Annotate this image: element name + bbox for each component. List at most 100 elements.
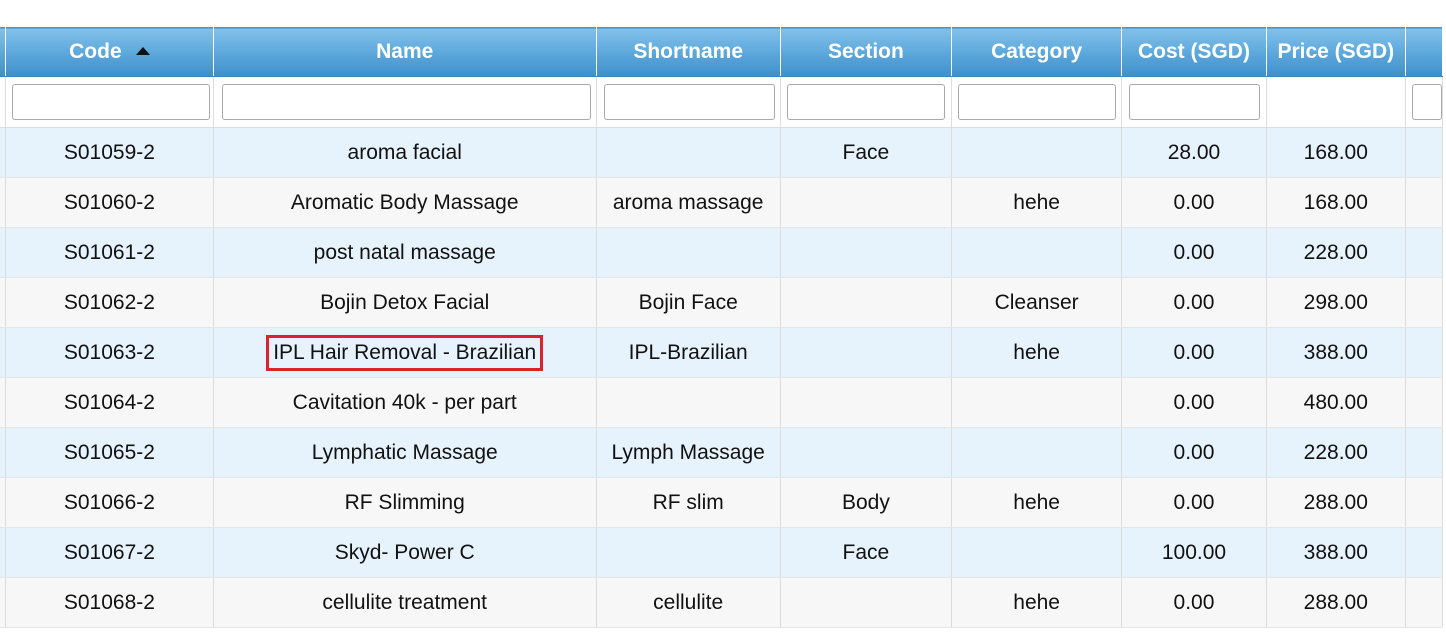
table-row[interactable]: S01068-2 cellulite treatment cellulite h… (0, 577, 1444, 628)
cell-price: 388.00 (1265, 527, 1406, 578)
cell-code: S01066-2 (4, 477, 214, 528)
filter-cell-cost (1121, 76, 1267, 128)
cell-category: hehe (950, 477, 1123, 528)
cell-name: Aromatic Body Massage (212, 177, 597, 228)
cell-section: Face (779, 127, 952, 178)
cell-category (950, 227, 1123, 278)
filter-input-next[interactable] (1411, 84, 1442, 120)
cell-shortname: Lymph Massage (595, 427, 781, 478)
cell-price: 228.00 (1265, 427, 1406, 478)
cell-price: 480.00 (1265, 377, 1406, 428)
filter-row (0, 76, 1444, 128)
cell-section (779, 277, 952, 328)
table-row[interactable]: S01062-2 Bojin Detox Facial Bojin Face C… (0, 277, 1444, 328)
filter-cell-category (950, 76, 1123, 128)
table-row[interactable]: S01067-2 Skyd- Power C Face 100.00 388.0… (0, 527, 1444, 578)
cell-price: 228.00 (1265, 227, 1406, 278)
filter-input-cost[interactable] (1129, 84, 1261, 120)
cell-name: cellulite treatment (212, 577, 597, 628)
column-header-shortname-label: Shortname (633, 40, 744, 63)
cell-cost: 0.00 (1121, 577, 1267, 628)
cell-category (950, 377, 1123, 428)
header-row: Code Name Shortname Section Category Cos… (0, 27, 1444, 77)
column-header-code[interactable]: Code (4, 27, 214, 77)
cell-category (950, 527, 1123, 578)
cell-code: S01068-2 (4, 577, 214, 628)
cell-cost: 0.00 (1121, 277, 1267, 328)
filter-input-code[interactable] (11, 84, 210, 120)
cell-section (779, 327, 952, 378)
cell-next (1404, 177, 1444, 228)
cell-price: 168.00 (1265, 127, 1406, 178)
filter-input-shortname[interactable] (603, 84, 775, 120)
cell-next (1404, 477, 1444, 528)
cell-shortname (595, 227, 781, 278)
cell-shortname (595, 377, 781, 428)
column-header-category[interactable]: Category (950, 27, 1123, 77)
column-header-price[interactable]: Price (SGD) (1265, 27, 1406, 77)
table-row[interactable]: S01064-2 Cavitation 40k - per part 0.00 … (0, 377, 1444, 428)
cell-section (779, 227, 952, 278)
filter-cell-next (1404, 76, 1444, 128)
table-row[interactable]: S01065-2 Lymphatic Massage Lymph Massage… (0, 427, 1444, 478)
cell-next (1404, 377, 1444, 428)
cell-cost: 100.00 (1121, 527, 1267, 578)
column-header-name-label: Name (376, 40, 434, 63)
cell-code: S01060-2 (4, 177, 214, 228)
cell-name[interactable]: IPL Hair Removal - Brazilian (212, 327, 597, 378)
column-header-name[interactable]: Name (212, 27, 597, 77)
column-header-shortname[interactable]: Shortname (595, 27, 781, 77)
column-header-cost-label: Cost (SGD) (1137, 40, 1250, 63)
cell-price: 298.00 (1265, 277, 1406, 328)
cell-cost: 0.00 (1121, 477, 1267, 528)
cell-price: 288.00 (1265, 577, 1406, 628)
highlighted-name[interactable]: IPL Hair Removal - Brazilian (266, 334, 544, 371)
column-header-cost[interactable]: Cost (SGD) (1121, 27, 1267, 77)
cell-name: Cavitation 40k - per part (212, 377, 597, 428)
cell-code: S01067-2 (4, 527, 214, 578)
cell-price: 168.00 (1265, 177, 1406, 228)
cell-name: post natal massage (212, 227, 597, 278)
cell-cost: 28.00 (1121, 127, 1267, 178)
table-row[interactable]: S01061-2 post natal massage 0.00 228.00 (0, 227, 1444, 278)
cell-section (779, 427, 952, 478)
table-row-highlighted[interactable]: S01063-2 IPL Hair Removal - Brazilian IP… (0, 327, 1444, 378)
cell-next (1404, 577, 1444, 628)
services-table: Code Name Shortname Section Category Cos… (0, 27, 1444, 628)
cell-shortname: IPL-Brazilian (595, 327, 781, 378)
cell-next (1404, 327, 1444, 378)
column-header-next[interactable] (1404, 27, 1444, 77)
cell-shortname (595, 127, 781, 178)
cell-shortname: Bojin Face (595, 277, 781, 328)
table-row[interactable]: S01059-2 aroma facial Face 28.00 168.00 (0, 127, 1444, 178)
filter-cell-code (4, 76, 214, 128)
cell-code: S01064-2 (4, 377, 214, 428)
column-header-code-label: Code (69, 40, 122, 63)
cell-next (1404, 227, 1444, 278)
cell-category (950, 427, 1123, 478)
table-row[interactable]: S01066-2 RF Slimming RF slim Body hehe 0… (0, 477, 1444, 528)
cell-code: S01062-2 (4, 277, 214, 328)
services-grid: Code Name Shortname Section Category Cos… (0, 0, 1446, 636)
cell-code: S01065-2 (4, 427, 214, 478)
cell-name: RF Slimming (212, 477, 597, 528)
filter-cell-price (1265, 76, 1406, 128)
cell-cost: 0.00 (1121, 427, 1267, 478)
cell-price: 288.00 (1265, 477, 1406, 528)
filter-input-section[interactable] (786, 84, 945, 120)
cell-section (779, 377, 952, 428)
cell-name: Skyd- Power C (212, 527, 597, 578)
column-header-price-label: Price (SGD) (1277, 40, 1395, 63)
column-header-section[interactable]: Section (779, 27, 952, 77)
cell-category: hehe (950, 177, 1123, 228)
cell-category (950, 127, 1123, 178)
cell-name: Lymphatic Massage (212, 427, 597, 478)
table-row[interactable]: S01060-2 Aromatic Body Massage aroma mas… (0, 177, 1444, 228)
cell-cost: 0.00 (1121, 227, 1267, 278)
filter-input-category[interactable] (957, 84, 1116, 120)
filter-input-name[interactable] (221, 84, 591, 120)
column-header-category-label: Category (991, 40, 1083, 63)
cell-category: hehe (950, 577, 1123, 628)
filter-cell-section (779, 76, 952, 128)
cell-cost: 0.00 (1121, 327, 1267, 378)
